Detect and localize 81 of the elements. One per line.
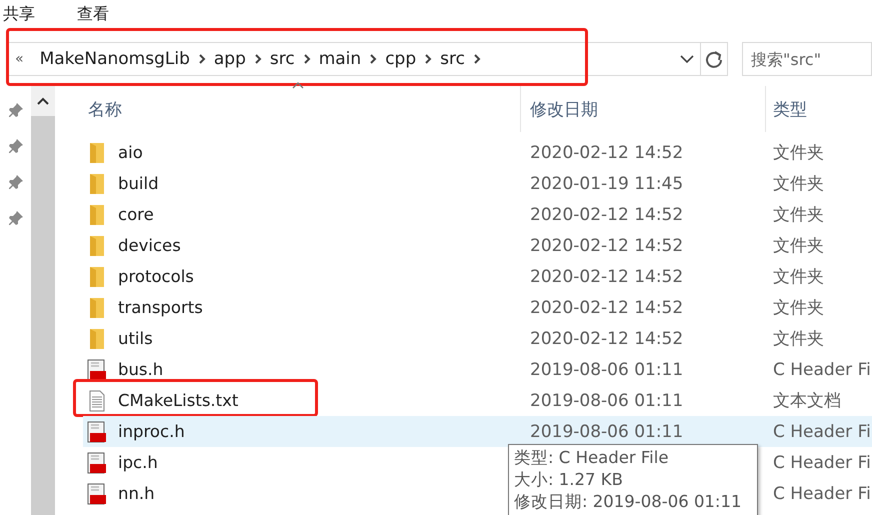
column-header[interactable]: 修改日期 [530,98,598,120]
pin-icon[interactable] [8,210,24,226]
modified-date: 2020-01-19 11:45 [530,174,684,194]
breadcrumb[interactable]: app [214,49,246,69]
pin-icon[interactable] [8,138,24,154]
menu-tab[interactable]: 共享 [3,4,35,24]
file-type: 文件夹 [773,297,824,319]
file-type: C Header Fi [773,484,871,504]
folder-icon [90,142,104,162]
breadcrumb[interactable]: MakeNanomsgLib [40,49,190,69]
chevron-right-icon[interactable] [424,54,432,64]
file-type: 文本文档 [773,390,841,412]
header-file-icon [87,452,107,474]
file-name[interactable]: transports [118,298,203,317]
column-header[interactable]: 类型 [773,98,807,120]
sort-caret-icon [292,82,304,89]
file-type: 文件夹 [773,142,824,164]
folder-icon [90,298,104,318]
chevron-right-icon[interactable] [254,54,262,64]
highlighted-row[interactable]: inproc.h 2019-08-06 01:11 C Header Fi [83,416,872,447]
folder-icon [90,236,104,256]
overflow-button[interactable]: « [15,51,24,67]
folder-icon [90,328,104,348]
file-name[interactable]: build [118,174,159,193]
search-field[interactable]: 搜索"src" [742,42,872,76]
folder-icon [90,266,104,286]
scroll-up-button[interactable] [31,86,55,116]
pin-icon[interactable] [8,102,24,118]
menu-tab[interactable]: 查看 [77,4,109,24]
chevron-right-icon[interactable] [302,54,311,64]
caret-up-icon [37,97,49,105]
modified-date: 2020-02-12 14:52 [530,236,684,256]
file-type: C Header Fi [773,422,871,442]
file-name[interactable]: devices [118,236,181,255]
header-file-icon [87,482,107,504]
dropdown-icon[interactable] [680,55,694,63]
breadcrumb[interactable]: src [440,49,465,69]
header-file-icon [87,358,107,380]
modified-date: 2020-02-12 14:52 [530,328,684,348]
column-header[interactable]: 名称 [88,98,122,120]
modified-date: 2020-02-12 14:52 [530,298,684,318]
file-type: 文件夹 [773,266,824,288]
file-type: 文件夹 [773,173,824,195]
tooltip-line: 类型: C Header File [514,447,670,469]
file-name[interactable]: ipc.h [118,453,158,472]
scrollbar-thumb[interactable] [31,116,55,515]
modified-date: 2020-02-12 14:52 [530,142,684,162]
file-name[interactable]: CMakeLists.txt [118,391,238,410]
refresh-button[interactable] [700,42,728,76]
breadcrumb[interactable]: cpp [385,49,416,69]
chevron-right-icon[interactable] [369,54,378,64]
modified-date: 2020-02-12 14:52 [530,204,684,224]
modified-date: 2019-08-06 01:11 [530,390,684,410]
file-name[interactable]: protocols [118,267,194,286]
modified-date: 2019-08-06 01:11 [530,360,684,380]
file-type: C Header Fi [773,360,871,380]
address-bar[interactable]: « MakeNanomsgLib app src main cpp src [8,42,700,76]
file-type: 文件夹 [773,235,824,257]
folder-icon [90,204,104,224]
folder-icon [90,174,104,194]
file-name[interactable]: inproc.h [118,422,185,441]
file-type: C Header Fi [773,452,871,472]
breadcrumb[interactable]: main [318,49,362,69]
breadcrumb[interactable]: src [270,49,295,69]
file-type: 文件夹 [773,204,824,226]
tooltip-line: 大小: 1.27 KB [514,469,624,491]
pin-icon[interactable] [8,174,24,190]
tooltip-line: 修改日期: 2019-08-06 01:11 [514,491,742,513]
header-file-icon [87,420,107,442]
file-name[interactable]: core [118,205,154,224]
file-type: 文件夹 [773,328,824,350]
file-name[interactable]: nn.h [118,484,155,503]
chevron-right-icon[interactable] [472,54,481,64]
document-icon [87,390,107,412]
file-name[interactable]: utils [118,329,153,348]
file-name[interactable]: bus.h [118,360,164,379]
refresh-icon [704,49,724,69]
file-name[interactable]: aio [118,143,143,162]
modified-date: 2019-08-06 01:11 [530,422,684,442]
modified-date: 2020-02-12 14:52 [530,266,684,286]
chevron-right-icon[interactable] [198,54,206,64]
